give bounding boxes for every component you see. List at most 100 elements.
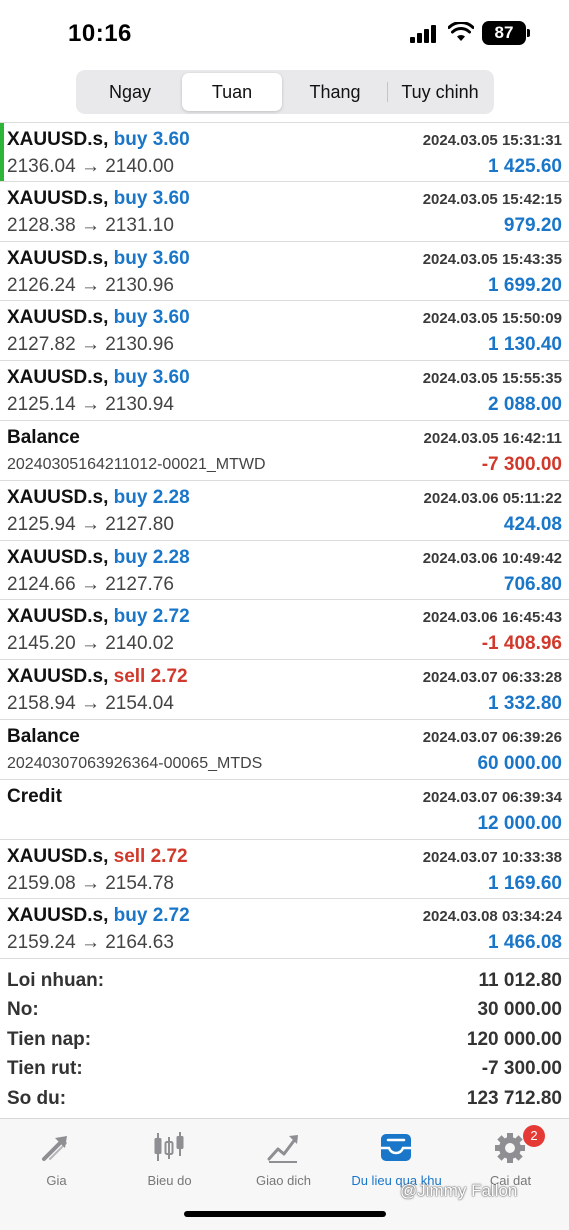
home-indicator[interactable] (184, 1211, 386, 1217)
row-amount: -7 300.00 (481, 453, 562, 475)
row-profit: 706.80 (503, 573, 562, 595)
history-row[interactable]: XAUUSD.s, buy 2.28 2024.03.06 10:49:42 2… (0, 541, 569, 601)
summary-value: 11 012.80 (478, 970, 562, 991)
history-row[interactable]: XAUUSD.s, buy 3.60 2024.03.05 15:43:35 2… (0, 242, 569, 302)
row-prices: 2125.94 → 2127.80 (7, 513, 174, 535)
row-date: 2024.03.08 03:34:24 (422, 908, 562, 926)
row-prices: 2127.82 → 2130.96 (7, 334, 174, 356)
history-row[interactable]: XAUUSD.s, buy 2.28 2024.03.06 05:11:22 2… (0, 481, 569, 541)
summary-value: 123 712.80 (466, 1087, 562, 1109)
row-symbol: XAUUSD.s, (7, 666, 109, 688)
row-date: 2024.03.07 06:39:26 (422, 728, 562, 746)
row-title: Balance (7, 726, 80, 748)
row-profit: 1 332.80 (488, 693, 562, 715)
row-title: XAUUSD.s, sell 2.72 (7, 666, 188, 688)
row-direction: sell 2.72 (113, 666, 188, 688)
tab-custom[interactable]: Tuy chinh (388, 73, 492, 111)
tab-chart[interactable]: Bieu do (113, 1125, 226, 1195)
candlestick-icon (154, 1132, 184, 1161)
row-prices: 2126.24 → 2130.96 (7, 274, 174, 296)
row-date: 2024.03.05 16:42:11 (423, 429, 562, 447)
cellular-signal-icon (410, 25, 438, 43)
history-row[interactable]: XAUUSD.s, buy 3.60 2024.03.05 15:50:09 2… (0, 301, 569, 362)
summary-profit: Loi nhuan: 11 012.80 (0, 968, 569, 997)
row-direction: buy 2.72 (113, 905, 190, 927)
row-symbol: XAUUSD.s, (7, 905, 109, 927)
row-profit: 424.08 (503, 513, 562, 535)
row-symbol: XAUUSD.s, (7, 307, 109, 329)
row-prices: 2136.04 → 2140.00 (7, 156, 174, 177)
row-date: 2024.03.05 15:42:15 (422, 190, 562, 208)
row-profit: 1 425.60 (488, 156, 562, 177)
row-symbol: Credit (7, 785, 62, 807)
row-amount: 60 000.00 (477, 752, 562, 774)
row-title: Credit (7, 786, 62, 808)
row-direction: buy 2.72 (113, 606, 190, 628)
row-prices: 2128.38 → 2131.10 (7, 214, 174, 236)
arrows-icon (42, 1136, 67, 1161)
watermark-text: @Jimmy Fallon (400, 1181, 518, 1200)
tab-month[interactable]: Thang (284, 73, 386, 111)
history-row[interactable]: XAUUSD.s, sell 2.72 2024.03.07 06:33:28 … (0, 660, 569, 720)
summary-label: Loi nhuan: (7, 970, 105, 991)
history-row[interactable]: XAUUSD.s, buy 2.72 2024.03.08 03:34:24 2… (0, 899, 569, 960)
history-row[interactable]: XAUUSD.s, buy 3.60 2024.03.05 15:31:31 2… (0, 122, 569, 182)
row-symbol: XAUUSD.s, (7, 546, 109, 568)
status-bar: 10:16 87 (0, 0, 569, 66)
row-profit: 1 130.40 (488, 334, 562, 356)
tab-week[interactable]: Tuan (182, 73, 282, 111)
history-row[interactable]: XAUUSD.s, buy 3.60 2024.03.05 15:55:35 2… (0, 361, 569, 421)
summary-credit: No: 30 000.00 (0, 997, 569, 1026)
row-symbol: XAUUSD.s, (7, 486, 109, 508)
summary-value: 30 000.00 (477, 999, 562, 1021)
row-date: 2024.03.05 15:31:31 (422, 132, 562, 149)
row-comment: 20240305164211012-00021_MTWD (7, 455, 266, 473)
row-title: XAUUSD.s, buy 3.60 (7, 129, 190, 151)
row-direction: buy 3.60 (113, 307, 190, 329)
row-prices: 2125.14 → 2130.94 (7, 394, 174, 416)
tab-label: Gia (46, 1173, 67, 1188)
row-direction: buy 2.28 (113, 486, 190, 508)
status-time: 10:16 (68, 20, 132, 47)
history-row[interactable]: XAUUSD.s, sell 2.72 2024.03.07 10:33:38 … (0, 840, 569, 900)
summary-value: -7 300.00 (481, 1058, 562, 1080)
trade-chart-icon (267, 1135, 298, 1163)
history-inbox-icon (381, 1134, 411, 1161)
row-direction: buy 3.60 (113, 129, 190, 150)
summary-balance: So du: 123 712.80 (0, 1086, 569, 1115)
row-profit: 1 466.08 (488, 932, 562, 954)
history-list: XAUUSD.s, buy 3.60 2024.03.05 15:31:31 2… (0, 122, 569, 960)
row-profit: -1 408.96 (481, 633, 562, 655)
wifi-icon (448, 22, 474, 41)
row-profit: 1 169.60 (488, 872, 562, 894)
summary-value: 120 000.00 (466, 1028, 562, 1050)
row-symbol: Balance (7, 426, 80, 448)
row-symbol: XAUUSD.s, (7, 187, 109, 209)
row-profit: 1 699.20 (488, 274, 562, 296)
row-date: 2024.03.05 15:55:35 (422, 370, 562, 388)
row-title: XAUUSD.s, buy 2.72 (7, 606, 190, 628)
row-direction: sell 2.72 (113, 845, 188, 867)
row-symbol: XAUUSD.s, (7, 129, 109, 150)
row-direction: buy 3.60 (113, 187, 190, 209)
row-prices: 2159.24 → 2164.63 (7, 932, 174, 954)
balance-row[interactable]: Balance 2024.03.05 16:42:11 202403051642… (0, 421, 569, 481)
credit-row[interactable]: Credit 2024.03.07 06:39:34 12 000.00 (0, 780, 569, 840)
balance-row[interactable]: Balance 2024.03.07 06:39:26 202403070639… (0, 720, 569, 780)
row-direction: buy 3.60 (113, 247, 190, 269)
row-date: 2024.03.07 06:39:34 (422, 788, 562, 806)
history-row[interactable]: XAUUSD.s, buy 2.72 2024.03.06 16:45:43 2… (0, 600, 569, 661)
history-row[interactable]: XAUUSD.s, buy 3.60 2024.03.05 15:42:15 2… (0, 182, 569, 242)
summary-label: So du: (7, 1087, 67, 1109)
summary-label: No: (7, 999, 39, 1021)
tab-trade[interactable]: Giao dich (227, 1125, 340, 1195)
tab-quotes[interactable]: Gia (0, 1125, 113, 1195)
tab-day[interactable]: Ngay (79, 73, 181, 111)
summary-label: Tien nap: (7, 1028, 92, 1050)
row-title: XAUUSD.s, sell 2.72 (7, 846, 188, 868)
row-comment: 20240307063926364-00065_MTDS (7, 754, 263, 772)
row-profit: 979.20 (503, 214, 562, 236)
row-date: 2024.03.07 10:33:38 (422, 848, 562, 866)
row-profit: 2 088.00 (488, 394, 562, 416)
row-direction: buy 2.28 (113, 546, 190, 568)
